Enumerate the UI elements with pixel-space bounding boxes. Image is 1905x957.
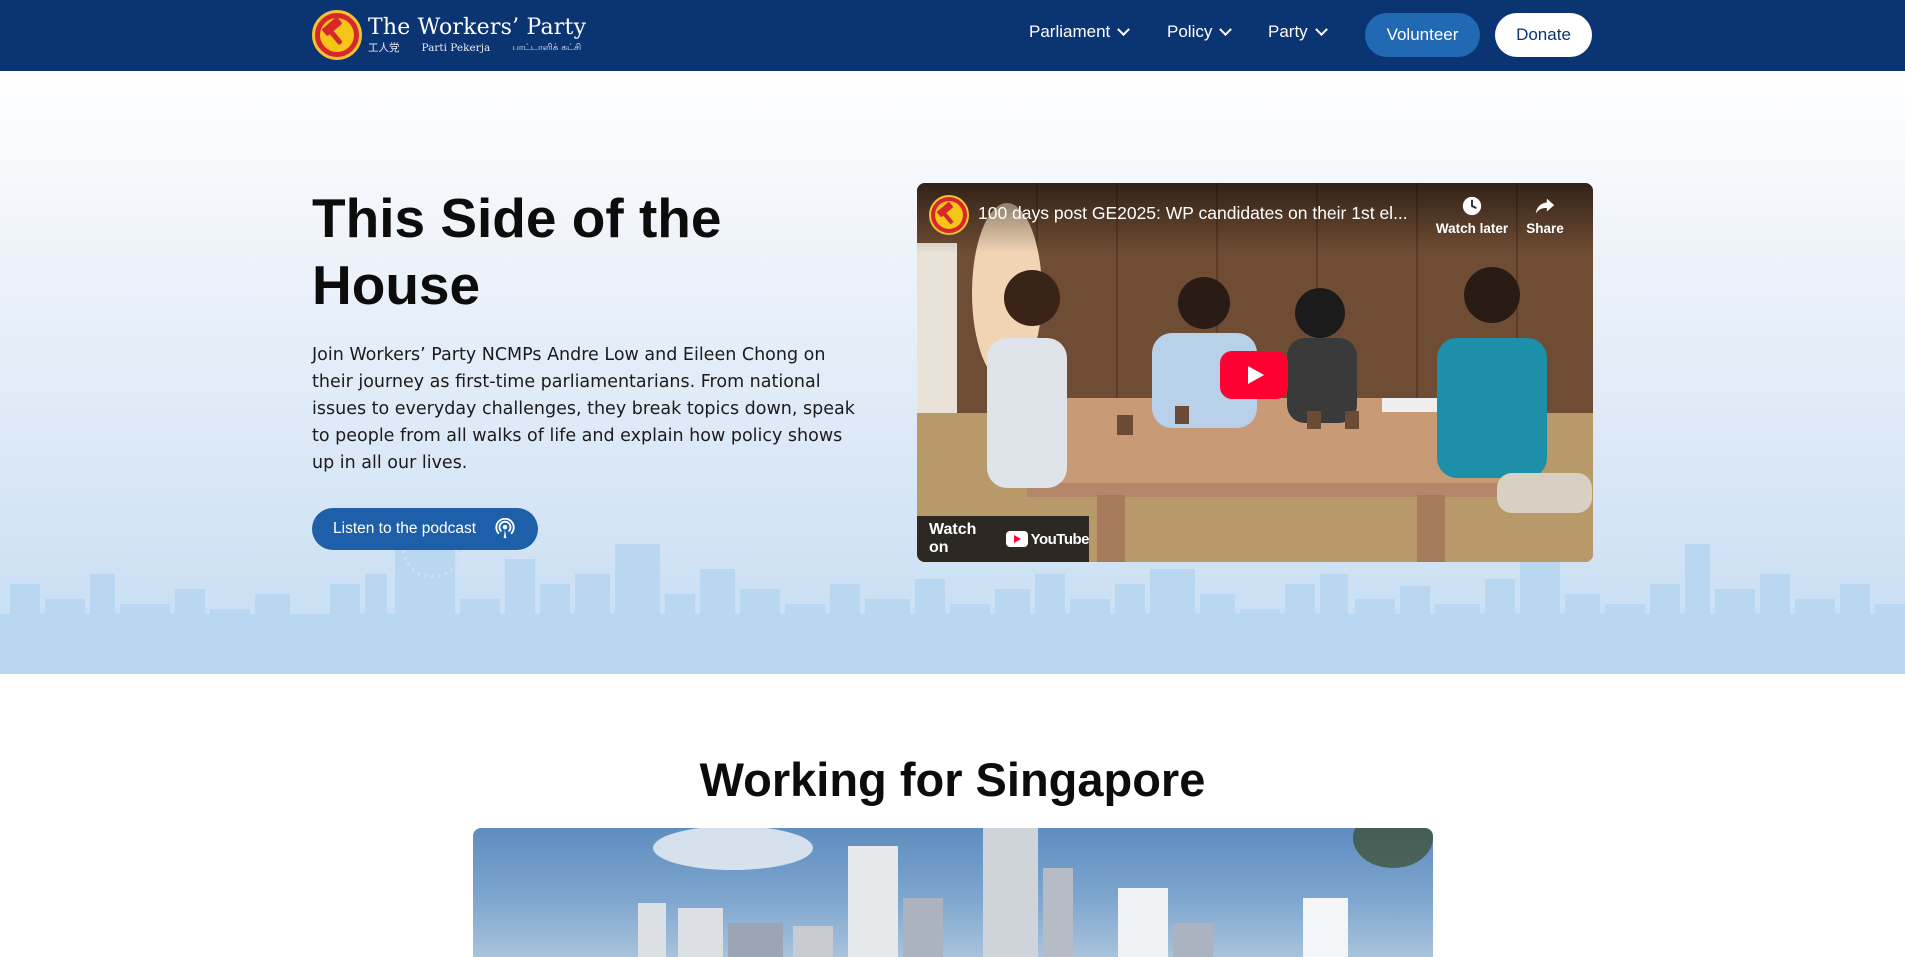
nav-item-label: Parliament bbox=[1029, 22, 1111, 41]
city-photo-graphic bbox=[638, 828, 1433, 957]
section-title: Working for Singapore bbox=[699, 753, 1206, 806]
share-label: Share bbox=[1526, 221, 1564, 236]
nav-item-parliament[interactable]: Parliament bbox=[1029, 22, 1131, 42]
share-arrow-icon bbox=[1535, 198, 1555, 214]
chevron-down-icon bbox=[1219, 22, 1233, 36]
watch-later-label: Watch later bbox=[1435, 221, 1509, 236]
hammer-logo-icon bbox=[312, 10, 362, 60]
donate-button[interactable]: Donate bbox=[1495, 13, 1592, 57]
chevron-down-icon bbox=[1117, 22, 1131, 36]
nav-item-label: Policy bbox=[1167, 22, 1213, 41]
clock-icon bbox=[1462, 196, 1482, 216]
youtube-logo-icon: YouTube bbox=[1005, 531, 1090, 548]
workers-party-logo[interactable]: The Workers’ Party 工人党 Parti Pekerja பாட… bbox=[312, 9, 586, 61]
podcast-icon bbox=[495, 518, 515, 539]
watch-on-youtube-button[interactable]: Watch on YouTube bbox=[917, 516, 1090, 562]
logo-sub-malay: Parti Pekerja bbox=[421, 42, 491, 54]
hero-description: Join Workers’ Party NCMPs Andre Low and … bbox=[312, 345, 855, 473]
logo-sub-chinese: 工人党 bbox=[368, 42, 400, 54]
podcast-button-label: Listen to the podcast bbox=[333, 520, 477, 537]
nav-item-label: Party bbox=[1268, 22, 1308, 41]
watch-later-button[interactable]: Watch later bbox=[1432, 195, 1512, 236]
nav-item-policy[interactable]: Policy bbox=[1167, 22, 1233, 42]
watch-on-label: Watch on bbox=[929, 521, 977, 556]
hero-title: This Side of the House bbox=[312, 187, 722, 316]
video-title[interactable]: 100 days post GE2025: WP candidates on t… bbox=[978, 203, 1418, 224]
singapore-city-photo bbox=[473, 828, 1433, 957]
play-button-icon[interactable] bbox=[1220, 351, 1288, 399]
youtube-video-embed[interactable]: 100 days post GE2025: WP candidates on t… bbox=[917, 183, 1593, 562]
listen-podcast-button[interactable]: Listen to the podcast bbox=[312, 508, 538, 550]
nav-item-party[interactable]: Party bbox=[1268, 22, 1328, 42]
top-navigation: The Workers’ Party 工人党 Parti Pekerja பாட… bbox=[0, 0, 1905, 71]
channel-avatar-icon[interactable] bbox=[929, 195, 969, 235]
chevron-down-icon bbox=[1314, 22, 1328, 36]
logo-sub-tamil: பாட்டாளிக் கட்சி bbox=[512, 43, 582, 53]
share-button[interactable]: Share bbox=[1520, 195, 1570, 236]
logo-title: The Workers’ Party bbox=[368, 15, 587, 40]
volunteer-button[interactable]: Volunteer bbox=[1365, 13, 1480, 57]
